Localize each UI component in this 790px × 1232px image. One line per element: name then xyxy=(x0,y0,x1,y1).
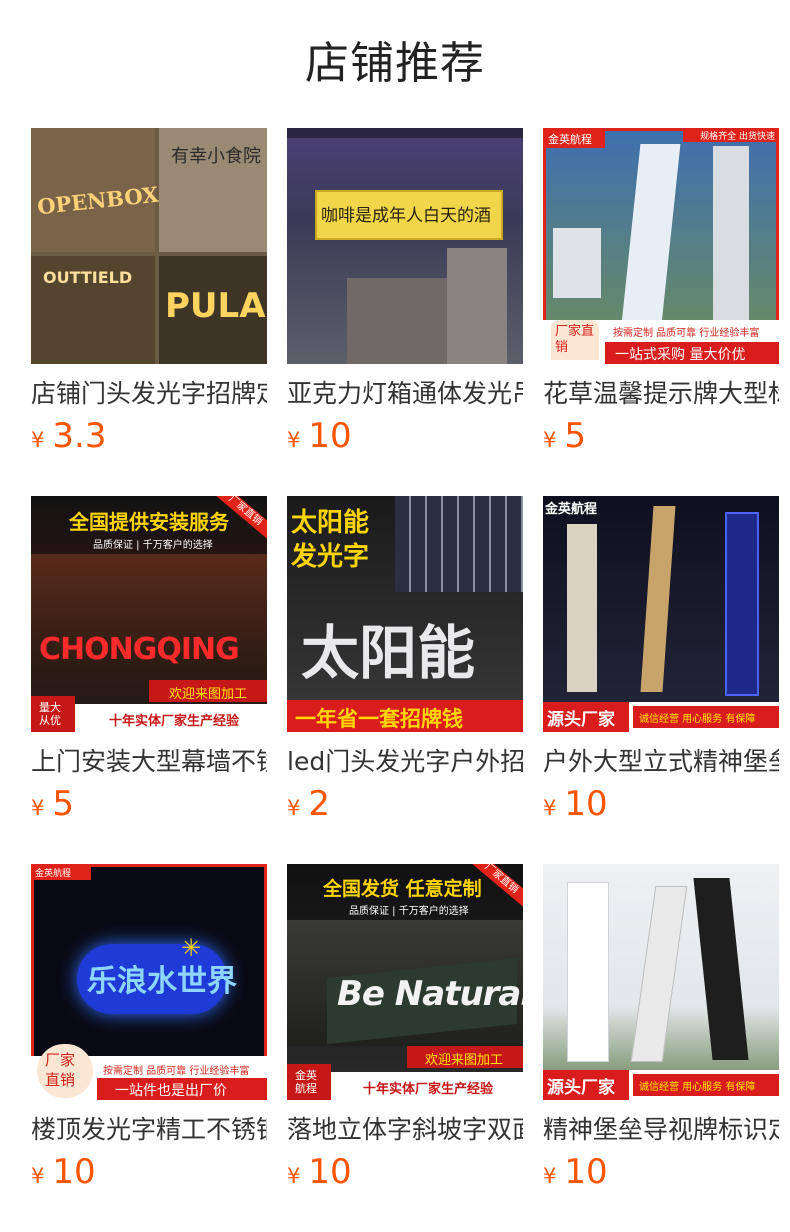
product-image[interactable]: 金英航程 源头厂家 诚信经营 用心服务 有保障 xyxy=(543,496,779,732)
image-caption: 按需定制 品质可靠 行业经验丰富 xyxy=(103,1066,250,1077)
product-name[interactable]: 上门安装大型幕墙不锈钢 xyxy=(31,743,267,781)
price-value: 2 xyxy=(308,784,331,824)
product-name[interactable]: led门头发光字户外招牌 xyxy=(287,743,523,781)
product-image[interactable]: 金英航程 乐浪水世界 ✳ 厂家直销 按需定制 品质可靠 行业经验丰富 一站件也是… xyxy=(31,864,267,1100)
image-caption: 欢迎来图加工 xyxy=(169,687,248,702)
image-caption: 咖啡是成年人白天的酒 xyxy=(321,206,491,226)
product-card[interactable]: 咖啡是成年人白天的酒 亚克力灯箱通体发光吊牌 ¥10 xyxy=(287,128,523,496)
image-caption: 全国发货 任意定制 xyxy=(323,878,482,900)
currency-symbol: ¥ xyxy=(31,428,45,452)
product-card[interactable]: 金英航程 源头厂家 诚信经营 用心服务 有保障 户外大型立式精神堡垒 ¥10 xyxy=(543,496,779,864)
image-caption: 全国提供安装服务 xyxy=(69,510,229,534)
product-price: ¥3.3 xyxy=(31,416,106,456)
image-caption: 太阳能 xyxy=(291,508,370,538)
image-caption: 有幸小食院 xyxy=(171,146,261,167)
product-name[interactable]: 花草温馨提示牌大型标识 xyxy=(543,375,779,413)
image-caption: 十年实体厂家生产经验 xyxy=(363,1082,494,1097)
product-name[interactable]: 落地立体字斜坡字双面 xyxy=(287,1111,523,1149)
product-name[interactable]: 店铺门头发光字招牌定制 xyxy=(31,375,267,413)
image-caption: 发光字 xyxy=(291,542,370,572)
currency-symbol: ¥ xyxy=(543,1164,557,1188)
badge-text: 厂家直销 xyxy=(45,1051,76,1089)
price-value: 5 xyxy=(52,784,75,824)
price-value: 10 xyxy=(564,1152,608,1192)
product-card[interactable]: OPENBOX 有幸小食院 OUTTIELD PULA 店铺门头发光字招牌定制 … xyxy=(31,128,267,496)
product-price: ¥10 xyxy=(287,416,352,456)
product-grid: OPENBOX 有幸小食院 OUTTIELD PULA 店铺门头发光字招牌定制 … xyxy=(31,128,790,1232)
currency-symbol: ¥ xyxy=(287,428,301,452)
currency-symbol: ¥ xyxy=(287,796,301,820)
image-caption: 一年省一套招牌钱 xyxy=(295,707,463,731)
product-name[interactable]: 楼顶发光字精工不锈钢 xyxy=(31,1111,267,1149)
image-caption: 十年实体厂家生产经验 xyxy=(109,714,240,729)
brand-label: 金英航程 xyxy=(548,133,592,146)
price-value: 5 xyxy=(564,416,587,456)
image-caption: 按需定制 品质可靠 行业经验丰富 xyxy=(613,328,760,339)
badge-text: 量大从优 xyxy=(39,701,61,727)
product-card[interactable]: 厂家直销 全国提供安装服务 品质保证 | 千万客户的选择 CHONGQING 欢… xyxy=(31,496,267,864)
image-caption: 诚信经营 用心服务 有保障 xyxy=(639,714,756,725)
product-image[interactable]: 源头厂家 诚信经营 用心服务 有保障 xyxy=(543,864,779,1100)
product-card[interactable]: 金英航程 规格齐全 出货快速 厂家直销 按需定制 品质可靠 行业经验丰富 一站式… xyxy=(543,128,779,496)
image-caption: CHONGQING xyxy=(39,632,240,667)
currency-symbol: ¥ xyxy=(31,1164,45,1188)
product-name[interactable]: 户外大型立式精神堡垒 xyxy=(543,743,779,781)
image-caption: 诚信经营 用心服务 有保障 xyxy=(639,1082,756,1093)
product-image[interactable]: 太阳能 发光字 太阳能 一年省一套招牌钱 xyxy=(287,496,523,732)
image-caption: 品质保证 | 千万客户的选择 xyxy=(93,540,213,551)
product-card[interactable]: 太阳能 发光字 太阳能 一年省一套招牌钱 led门头发光字户外招牌 ¥2 xyxy=(287,496,523,864)
image-caption: 太阳能 xyxy=(301,619,476,687)
product-name[interactable]: 精神堡垒导视牌标识定制 xyxy=(543,1111,779,1149)
price-value: 10 xyxy=(308,1152,352,1192)
product-name[interactable]: 亚克力灯箱通体发光吊牌 xyxy=(287,375,523,413)
badge-text: 源头厂家 xyxy=(547,1078,615,1098)
product-image[interactable]: 咖啡是成年人白天的酒 xyxy=(287,128,523,364)
image-caption: 乐浪水世界 xyxy=(87,964,237,999)
price-value: 10 xyxy=(308,416,352,456)
product-price: ¥2 xyxy=(287,784,330,824)
product-price: ¥10 xyxy=(543,1152,608,1192)
currency-symbol: ¥ xyxy=(31,796,45,820)
badge-text: 厂家直销 xyxy=(555,324,595,355)
product-price: ¥10 xyxy=(31,1152,96,1192)
product-card[interactable]: 金英航程 乐浪水世界 ✳ 厂家直销 按需定制 品质可靠 行业经验丰富 一站件也是… xyxy=(31,864,267,1232)
price-value: 10 xyxy=(564,784,608,824)
product-price: ¥10 xyxy=(543,784,608,824)
brand-label: 金英航程 xyxy=(295,1069,317,1095)
badge-text: 源头厂家 xyxy=(547,710,615,730)
image-caption: PULA xyxy=(165,286,266,326)
currency-symbol: ¥ xyxy=(543,428,557,452)
price-value: 10 xyxy=(52,1152,96,1192)
product-image[interactable]: 金英航程 规格齐全 出货快速 厂家直销 按需定制 品质可靠 行业经验丰富 一站式… xyxy=(543,128,779,364)
image-caption: OUTTIELD xyxy=(43,268,133,287)
palm-icon: ✳ xyxy=(181,934,202,962)
price-value: 3.3 xyxy=(52,416,107,456)
currency-symbol: ¥ xyxy=(543,796,557,820)
product-price: ¥10 xyxy=(287,1152,352,1192)
product-card[interactable]: 源头厂家 诚信经营 用心服务 有保障 精神堡垒导视牌标识定制 ¥10 xyxy=(543,864,779,1232)
image-caption: 品质保证 | 千万客户的选择 xyxy=(349,906,469,917)
image-caption: 一站件也是出厂价 xyxy=(115,1083,227,1099)
product-image[interactable]: 厂家直销 全国提供安装服务 品质保证 | 千万客户的选择 CHONGQING 欢… xyxy=(31,496,267,732)
image-caption: 规格齐全 出货快速 xyxy=(700,132,775,142)
product-image[interactable]: 厂家直销 全国发货 任意定制 品质保证 | 千万客户的选择 Be Natural… xyxy=(287,864,523,1100)
image-caption: 一站式采购 量大价优 xyxy=(615,347,746,363)
image-caption: Be Natural xyxy=(337,974,523,1014)
product-price: ¥5 xyxy=(31,784,74,824)
brand-label: 金英航程 xyxy=(545,502,598,517)
brand-label: 金英航程 xyxy=(35,869,72,879)
currency-symbol: ¥ xyxy=(287,1164,301,1188)
product-price: ¥5 xyxy=(543,416,586,456)
product-card[interactable]: 厂家直销 全国发货 任意定制 品质保证 | 千万客户的选择 Be Natural… xyxy=(287,864,523,1232)
image-caption: 欢迎来图加工 xyxy=(425,1053,504,1068)
product-image[interactable]: OPENBOX 有幸小食院 OUTTIELD PULA xyxy=(31,128,267,364)
page-title: 店铺推荐 xyxy=(305,38,485,89)
